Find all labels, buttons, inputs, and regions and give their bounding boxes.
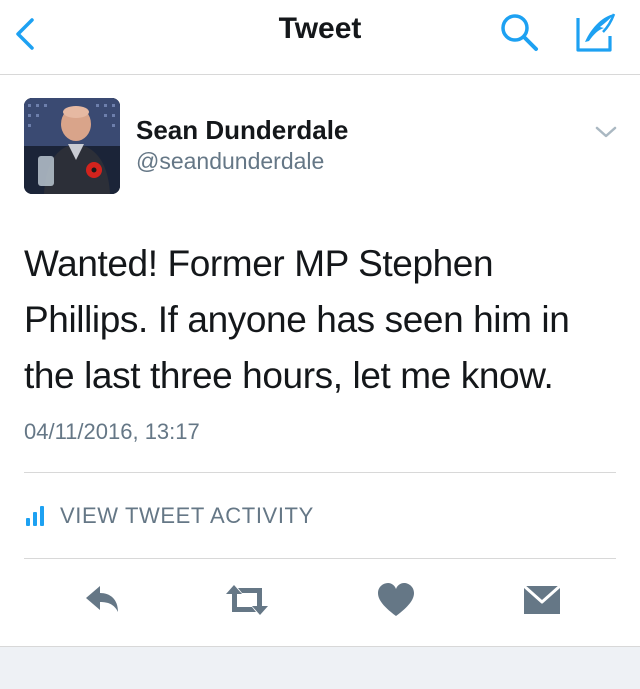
- search-icon: [501, 14, 538, 51]
- view-tweet-activity-button[interactable]: VIEW TWEET ACTIVITY: [24, 500, 314, 532]
- retweet-button[interactable]: [222, 580, 272, 620]
- reply-button[interactable]: [80, 580, 124, 620]
- author-handle[interactable]: @seandunderdale: [136, 148, 324, 175]
- compose-button[interactable]: [570, 8, 620, 58]
- more-options-button[interactable]: [593, 122, 619, 142]
- bar-chart-icon: [26, 506, 44, 526]
- tweet-text: Wanted! Former MP Stephen Phillips. If a…: [24, 243, 570, 396]
- envelope-icon: [523, 584, 561, 614]
- like-button[interactable]: [374, 580, 418, 620]
- bottom-strip: [0, 646, 640, 689]
- avatar[interactable]: [24, 98, 120, 194]
- page-title: Tweet: [278, 12, 362, 45]
- navigation-bar: Tweet: [0, 0, 640, 75]
- reply-icon: [86, 586, 118, 612]
- divider: [24, 472, 616, 473]
- author-name[interactable]: Sean Dunderdale: [136, 115, 348, 146]
- tweet-timestamp: 04/11/2016, 13:17: [24, 419, 200, 444]
- view-tweet-activity-label: VIEW TWEET ACTIVITY: [60, 503, 314, 528]
- chevron-down-icon: [595, 126, 617, 138]
- divider: [24, 558, 616, 559]
- compose-quill-icon: [576, 13, 616, 52]
- retweet-icon: [226, 585, 268, 615]
- heart-icon: [378, 583, 414, 616]
- search-button[interactable]: [496, 10, 544, 56]
- direct-message-button[interactable]: [520, 580, 564, 620]
- avatar-photo: [24, 98, 120, 194]
